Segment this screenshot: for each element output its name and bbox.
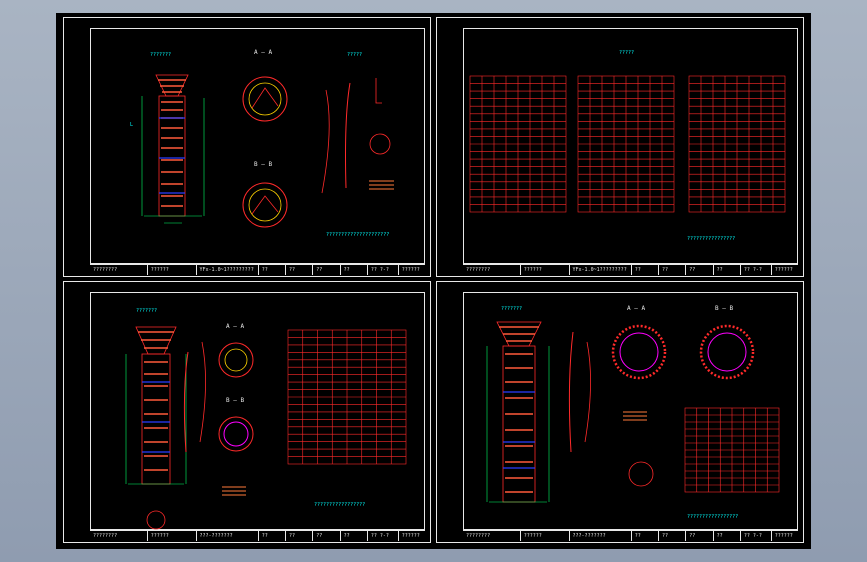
title-cell: ?????? [774,533,793,539]
rebar-tables: ????? ???????????????? [469,50,786,242]
title-cell: ?????? [521,265,570,275]
title-cell: ?????? [521,531,570,541]
svg-text:L: L [130,122,133,128]
pile-drawing-3: ??????? A — A B — B ????????????????? [486,305,780,520]
title-block: ???????? ?????? YFx-1.0~1????????? ?? ??… [463,264,798,275]
title-cell: ?? ?-? [368,531,399,541]
title-cell: ???????? [463,531,521,541]
title-cell: ?????? [401,533,420,539]
title-cell: YFx-1.0~1????????? [570,265,632,275]
cad-canvas[interactable]: ??????? L A — A B — B ????? ????????????… [56,13,811,549]
svg-text:????????????????: ???????????????? [687,236,735,242]
title-cell: ?? [259,265,286,275]
svg-text:?????: ????? [347,52,362,58]
rebar-table [688,75,786,213]
title-cell: ???????? [463,265,521,275]
title-cell: ?? [286,531,314,541]
title-block: ???????? ?????? ???-??????? ?? ?? ?? ?? … [463,530,798,541]
title-cell: ?? [714,531,741,541]
title-cell: ?? ?-? [741,531,772,541]
title-cell: ?? ?-? [368,265,399,275]
title-cell: ?????? [774,267,793,273]
svg-text:?????????????????: ????????????????? [687,514,738,520]
pile-drawing-1: ??????? L A — A B — B ????? ????????????… [130,49,394,238]
section-a-label: A — A [226,323,244,330]
title-cell: ?????? [148,531,197,541]
section-b-label: B — B [254,161,272,168]
title-cell: ?? ?-? [741,265,772,275]
section-a-label: A — A [627,305,645,312]
section-b-label: B — B [715,305,733,312]
title-cell: ?? [341,265,368,275]
title-cell: ???????? [90,265,148,275]
svg-text:???????: ??????? [501,306,522,312]
drawing-sheet-pile-elevation-2[interactable]: ??????? A — A B — B ????????????????? ??… [63,281,431,543]
title-cell: ?? [659,265,687,275]
title-block: ???????? ?????? YFx-1.0~1????????? ?? ??… [90,264,425,275]
title-cell: ?? [632,265,659,275]
title-cell: ?? [686,265,714,275]
section-b-label: B — B [226,397,244,404]
title-cell: ?? [313,531,341,541]
title-cell: ?? [659,531,687,541]
title-cell: ???-??????? [570,531,632,541]
title-cell: ?? [259,531,286,541]
rebar-table [287,329,407,465]
section-a-label: A — A [254,49,272,56]
rebar-table [684,407,780,493]
rebar-table [577,75,675,213]
title-cell: ?? [632,531,659,541]
svg-text:?????: ????? [619,50,634,56]
drawing-sheet-pile-elevation-1[interactable]: ??????? L A — A B — B ????? ????????????… [63,17,431,277]
svg-text:???????: ??????? [150,52,171,58]
title-cell: YFx-1.0~1????????? [197,265,259,275]
title-cell: ?? [286,265,314,275]
svg-text:?????????????????????: ????????????????????? [326,232,389,238]
svg-text:???????: ??????? [136,308,157,314]
title-cell: ???????? [90,531,148,541]
title-cell: ?????? [148,265,197,275]
svg-text:?????????????????: ????????????????? [314,502,365,508]
title-cell: ?? [686,531,714,541]
title-cell: ?? [313,265,341,275]
title-cell: ???-??????? [197,531,259,541]
drawing-sheet-pile-elevation-3[interactable]: ??????? A — A B — B ????????????????? ??… [436,281,804,543]
pile-drawing-2: ??????? A — A B — B ????????????????? [125,308,407,530]
drawing-sheet-rebar-tables[interactable]: ????? ???????????????? ???????? ?????? Y… [436,17,804,277]
title-cell: ?????? [401,267,420,273]
rebar-table [469,75,567,213]
title-cell: ?? [341,531,368,541]
title-block: ???????? ?????? ???-??????? ?? ?? ?? ?? … [90,530,425,541]
title-cell: ?? [714,265,741,275]
